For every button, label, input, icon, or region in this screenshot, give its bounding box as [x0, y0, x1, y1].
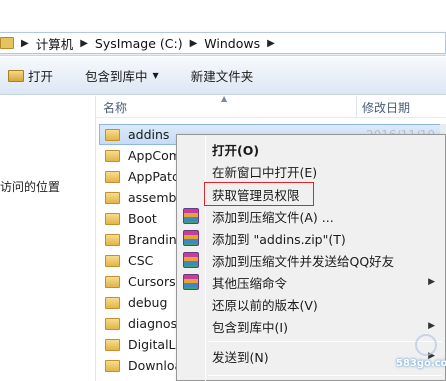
folder-open-icon: [8, 69, 24, 82]
file-name: debug: [128, 295, 168, 310]
folder-icon: [105, 191, 120, 204]
menu-separator: [208, 375, 442, 376]
breadcrumb-separator-icon[interactable]: ▶: [80, 38, 88, 49]
menu-item-label: 发送到(N): [212, 349, 269, 365]
file-name: Boot: [128, 211, 157, 226]
breadcrumb-drive[interactable]: SysImage (C:): [95, 36, 183, 51]
watermark-logo-icon: [415, 334, 437, 356]
column-divider[interactable]: [356, 96, 357, 118]
folder-icon: [105, 359, 120, 372]
chevron-down-icon: ▼: [152, 71, 159, 80]
file-name: CSC: [128, 253, 154, 268]
open-button-label: 打开: [28, 69, 54, 84]
context-menu: 打开(O) 在新窗口中打开(E) 获取管理员权限 添加到压缩文件(A) ... …: [176, 134, 446, 381]
watermark-text: 583go.com: [396, 358, 446, 369]
sort-ascending-icon: ▲: [221, 94, 228, 103]
menu-item-restore-previous[interactable]: 还原以前的版本(V): [177, 293, 445, 315]
menu-item-label: 其他压缩命令: [212, 275, 288, 291]
menu-item-label: 添加到压缩文件并发送给QQ好友: [212, 253, 395, 269]
file-name: addins: [128, 127, 170, 142]
include-in-library-button[interactable]: 包含到库中 ▼: [77, 64, 167, 88]
address-box[interactable]: ▶ 计算机 ▶ SysImage (C:) ▶ Windows ▶: [0, 32, 446, 54]
file-name: Cursors: [128, 274, 176, 289]
new-folder-button[interactable]: 新建文件夹: [183, 64, 262, 88]
folder-icon: [105, 128, 120, 141]
menu-item-label: 在新窗口中打开(E): [212, 164, 318, 180]
menu-item-add-to-zip[interactable]: 添加到 "addins.zip"(T): [177, 227, 445, 249]
menu-item-open[interactable]: 打开(O): [177, 138, 445, 160]
folder-icon: [105, 296, 120, 309]
column-header: ▲ 名称 修改日期: [96, 94, 446, 118]
submenu-arrow-icon: ▶: [428, 277, 435, 287]
breadcrumb-windows[interactable]: Windows: [204, 36, 260, 51]
navigation-pane[interactable]: 访问的位置: [0, 96, 96, 381]
folder-icon: [105, 254, 120, 267]
breadcrumb-computer[interactable]: 计算机: [36, 34, 74, 53]
menu-item-label: 还原以前的版本(V): [212, 297, 318, 313]
command-bar: 打开 包含到库中 ▼ 新建文件夹: [0, 57, 446, 95]
menu-item-open-new-window[interactable]: 在新窗口中打开(E): [177, 160, 445, 182]
menu-item-label: 添加到压缩文件(A) ...: [212, 209, 334, 225]
include-in-library-label: 包含到库中: [85, 69, 148, 84]
folder-icon: [105, 212, 120, 225]
breadcrumb-separator-icon[interactable]: ▶: [190, 38, 198, 49]
winrar-icon: [183, 274, 199, 290]
menu-item-include-in-library[interactable]: 包含到库中(I) ▶: [177, 315, 445, 337]
folder-icon: [105, 338, 120, 351]
menu-item-compress-send-qq[interactable]: 添加到压缩文件并发送给QQ好友: [177, 249, 445, 271]
menu-separator: [208, 341, 442, 342]
column-name[interactable]: 名称: [103, 99, 127, 116]
column-date-modified[interactable]: 修改日期: [362, 99, 410, 116]
menu-item-other-compress[interactable]: 其他压缩命令 ▶: [177, 271, 445, 293]
folder-icon: [105, 275, 120, 288]
address-bar[interactable]: ▶ 计算机 ▶ SysImage (C:) ▶ Windows ▶: [0, 30, 446, 56]
submenu-arrow-icon: ▶: [428, 321, 435, 331]
winrar-icon: [183, 208, 199, 224]
menu-item-label: 添加到 "addins.zip"(T): [212, 231, 346, 247]
breadcrumb-separator-icon[interactable]: ▶: [21, 38, 29, 49]
folder-icon: [0, 37, 14, 49]
menu-item-label: 包含到库中(I): [212, 319, 288, 335]
folder-icon: [105, 317, 120, 330]
breadcrumb-separator-icon[interactable]: ▶: [267, 38, 275, 49]
menu-item-add-to-archive[interactable]: 添加到压缩文件(A) ...: [177, 205, 445, 227]
menu-item-label: 打开(O): [212, 142, 260, 158]
nav-item-recent-places[interactable]: 访问的位置: [0, 178, 60, 195]
new-folder-label: 新建文件夹: [190, 69, 254, 84]
folder-icon: [105, 233, 120, 246]
winrar-icon: [183, 230, 199, 246]
folder-icon: [105, 149, 120, 162]
folder-icon: [105, 170, 120, 183]
highlight-annotation: [204, 182, 314, 206]
winrar-icon: [183, 252, 199, 268]
open-button[interactable]: 打开: [0, 64, 61, 88]
